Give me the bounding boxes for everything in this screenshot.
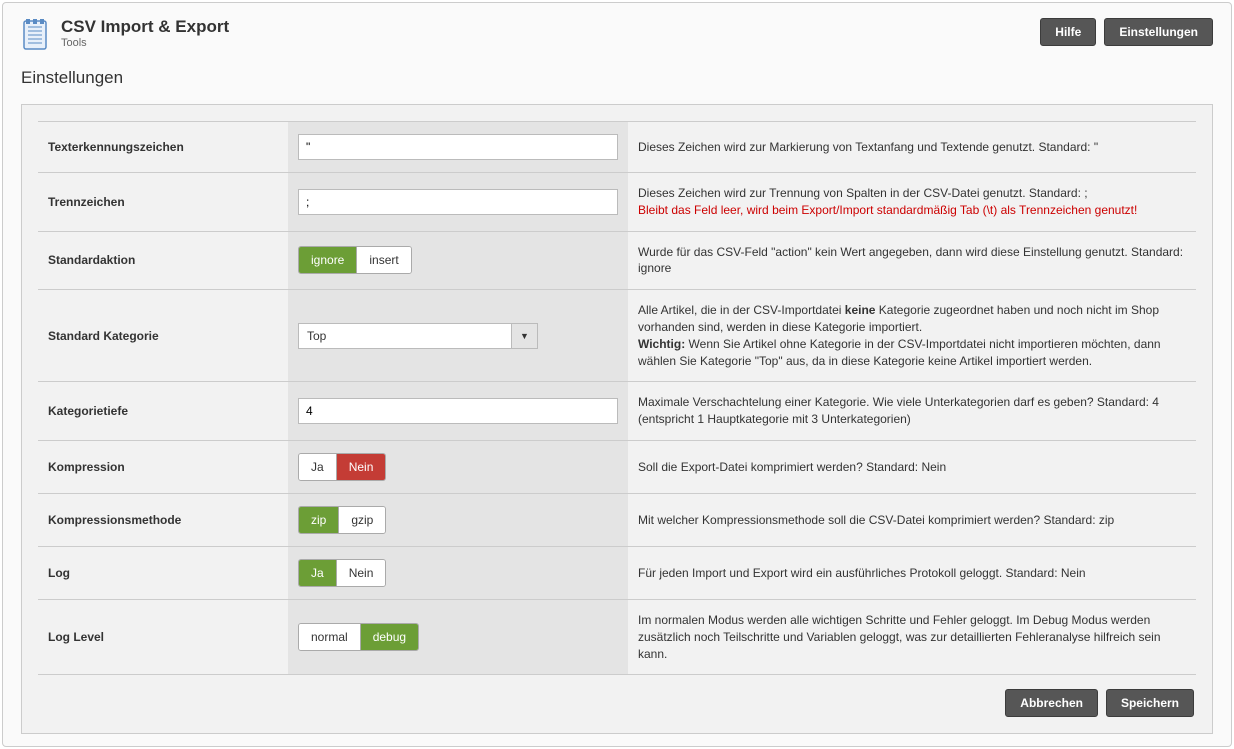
toggle-log-level: normal debug: [298, 623, 419, 651]
select-default-category[interactable]: Top ▼: [298, 323, 538, 349]
label-compression-method: Kompressionsmethode: [38, 493, 288, 546]
page-title: CSV Import & Export: [61, 18, 229, 37]
desc-separator-warn: Bleibt das Feld leer, wird beim Export/I…: [638, 203, 1137, 217]
desc-log: Für jeden Import und Export wird ein aus…: [628, 546, 1196, 599]
desc-separator: Dieses Zeichen wird zur Trennung von Spa…: [628, 173, 1196, 232]
cancel-button[interactable]: Abbrechen: [1005, 689, 1098, 717]
save-button[interactable]: Speichern: [1106, 689, 1194, 717]
desc-text-marker: Dieses Zeichen wird zur Markierung von T…: [628, 122, 1196, 173]
desc-category-depth: Maximale Verschachtelung einer Kategorie…: [628, 382, 1196, 441]
label-default-action: Standardaktion: [38, 231, 288, 290]
desc-default-action: Wurde für das CSV-Feld "action" kein Wer…: [628, 231, 1196, 290]
chevron-down-icon: ▼: [511, 324, 537, 348]
label-log: Log: [38, 546, 288, 599]
section-heading: Einstellungen: [21, 68, 1213, 88]
toggle-compression-method: zip gzip: [298, 506, 386, 534]
toggle-compression-method-gzip[interactable]: gzip: [338, 507, 385, 533]
desc-separator-text: Dieses Zeichen wird zur Trennung von Spa…: [638, 186, 1088, 200]
label-default-category: Standard Kategorie: [38, 290, 288, 382]
toggle-log-level-normal[interactable]: normal: [299, 624, 360, 650]
desc-compression-method: Mit welcher Kompressionsmethode soll die…: [628, 493, 1196, 546]
help-button[interactable]: Hilfe: [1040, 18, 1096, 46]
desc-compression: Soll die Export-Datei komprimiert werden…: [628, 440, 1196, 493]
input-text-marker[interactable]: [298, 134, 618, 160]
toggle-log-level-debug[interactable]: debug: [360, 624, 418, 650]
label-log-level: Log Level: [38, 599, 288, 674]
desc-default-category: Alle Artikel, die in der CSV-Importdatei…: [628, 290, 1196, 382]
desc-log-level: Im normalen Modus werden alle wichtigen …: [628, 599, 1196, 674]
toggle-default-action-insert[interactable]: insert: [356, 247, 410, 273]
toggle-log-no[interactable]: Nein: [336, 560, 386, 586]
toggle-compression: Ja Nein: [298, 453, 386, 481]
settings-button[interactable]: Einstellungen: [1104, 18, 1213, 46]
label-category-depth: Kategorietiefe: [38, 382, 288, 441]
toggle-default-action-ignore[interactable]: ignore: [299, 247, 356, 273]
toggle-compression-yes[interactable]: Ja: [299, 454, 336, 480]
label-compression: Kompression: [38, 440, 288, 493]
toggle-compression-method-zip[interactable]: zip: [299, 507, 338, 533]
toggle-log-yes[interactable]: Ja: [299, 560, 336, 586]
csv-app-icon: [21, 18, 53, 50]
label-separator: Trennzeichen: [38, 173, 288, 232]
toggle-compression-no[interactable]: Nein: [336, 454, 386, 480]
toggle-log: Ja Nein: [298, 559, 386, 587]
label-text-marker: Texterkennungszeichen: [38, 122, 288, 173]
select-default-category-value: Top: [299, 324, 511, 348]
settings-panel: Texterkennungszeichen Dieses Zeichen wir…: [21, 104, 1213, 734]
input-category-depth[interactable]: [298, 398, 618, 424]
page-subtitle: Tools: [61, 37, 229, 49]
toggle-default-action: ignore insert: [298, 246, 412, 274]
input-separator[interactable]: [298, 189, 618, 215]
